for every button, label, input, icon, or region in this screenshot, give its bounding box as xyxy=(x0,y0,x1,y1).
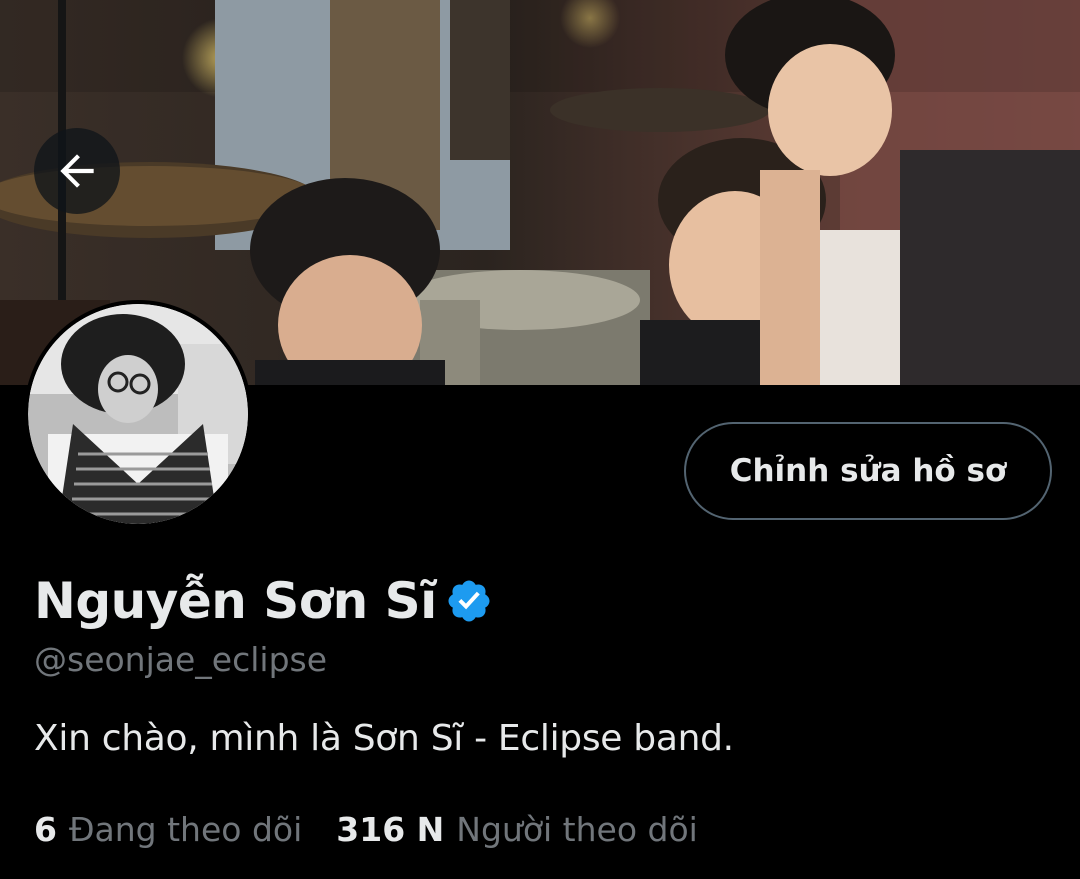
following-count: 6 xyxy=(34,810,57,849)
avatar[interactable] xyxy=(24,300,252,528)
edit-profile-button[interactable]: Chỉnh sửa hồ sơ xyxy=(684,422,1052,520)
followers-link[interactable]: 316 N Người theo dõi xyxy=(336,810,698,849)
follow-stats: 6 Đang theo dõi 316 N Người theo dõi xyxy=(34,810,698,849)
arrow-left-icon xyxy=(60,154,94,188)
display-name-row: Nguyễn Sơn Sĩ xyxy=(34,566,493,636)
following-link[interactable]: 6 Đang theo dõi xyxy=(34,810,302,849)
followers-count: 316 N xyxy=(336,810,445,849)
followers-label: Người theo dõi xyxy=(456,810,698,849)
profile-bio: Xin chào, mình là Sơn Sĩ - Eclipse band. xyxy=(34,718,734,759)
user-handle: @seonjae_eclipse xyxy=(34,640,328,679)
display-name: Nguyễn Sơn Sĩ xyxy=(34,572,437,630)
back-button[interactable] xyxy=(34,128,120,214)
verified-badge-icon[interactable] xyxy=(445,577,493,625)
following-label: Đang theo dõi xyxy=(68,810,303,849)
